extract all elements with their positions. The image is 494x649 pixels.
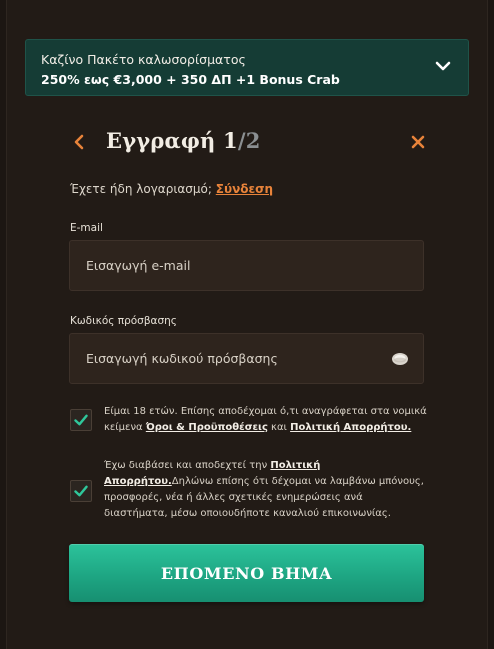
page-title: Εγγραφή 1/2 xyxy=(106,128,261,153)
chevron-left-icon[interactable] xyxy=(72,133,86,151)
next-step-button[interactable]: ΕΠΟΜΕΝΟ ΒΗΜΑ xyxy=(69,544,424,602)
consent2-text-before: Έχω διαβάσει και αποδεχτεί την xyxy=(104,460,271,471)
password-label: Κωδικός πρόσβασης xyxy=(70,315,177,327)
promo-offer: 250% εως €3,000 + 350 ΔΠ +1 Bonus Crab xyxy=(41,72,340,87)
login-prompt-line: Έχετε ήδη λογαριασμό; Σύνδεση xyxy=(70,182,273,196)
checkmark-icon xyxy=(74,485,88,497)
promo-title: Καζίνο Πακέτο καλωσορίσματος xyxy=(41,52,246,67)
registration-header: Εγγραφή 1/2 xyxy=(70,124,426,160)
age-terms-checkbox[interactable] xyxy=(70,409,92,431)
consent1-and: και xyxy=(267,422,291,433)
marketing-consent-checkbox[interactable] xyxy=(70,480,92,502)
login-prompt: Έχετε ήδη λογαριασμό; xyxy=(70,182,212,196)
password-field[interactable] xyxy=(70,334,423,383)
step-current: Εγγραφή 1 xyxy=(106,128,238,153)
step-total: /2 xyxy=(237,128,261,153)
password-field-box xyxy=(69,333,424,384)
welcome-bonus-banner[interactable]: Καζίνο Πακέτο καλωσορίσματος 250% εως €3… xyxy=(25,39,469,96)
age-terms-consent: Είμαι 18 ετών. Επίσης αποδέχομαι ό,τι αν… xyxy=(104,404,428,436)
email-field[interactable] xyxy=(70,241,423,290)
terms-link[interactable]: Όροι & Προϋποθέσεις xyxy=(146,422,268,433)
email-label: E-mail xyxy=(70,222,103,234)
close-icon[interactable] xyxy=(410,134,426,150)
login-link[interactable]: Σύνδεση xyxy=(216,182,273,196)
checkmark-icon xyxy=(74,414,88,426)
chevron-down-icon[interactable] xyxy=(434,57,452,75)
privacy-link[interactable]: Πολιτική Απορρήτου. xyxy=(290,422,411,433)
marketing-consent: Έχω διαβάσει και αποδεχτεί την Πολιτική … xyxy=(104,458,428,522)
eye-icon[interactable] xyxy=(391,351,409,367)
email-field-box xyxy=(69,240,424,291)
